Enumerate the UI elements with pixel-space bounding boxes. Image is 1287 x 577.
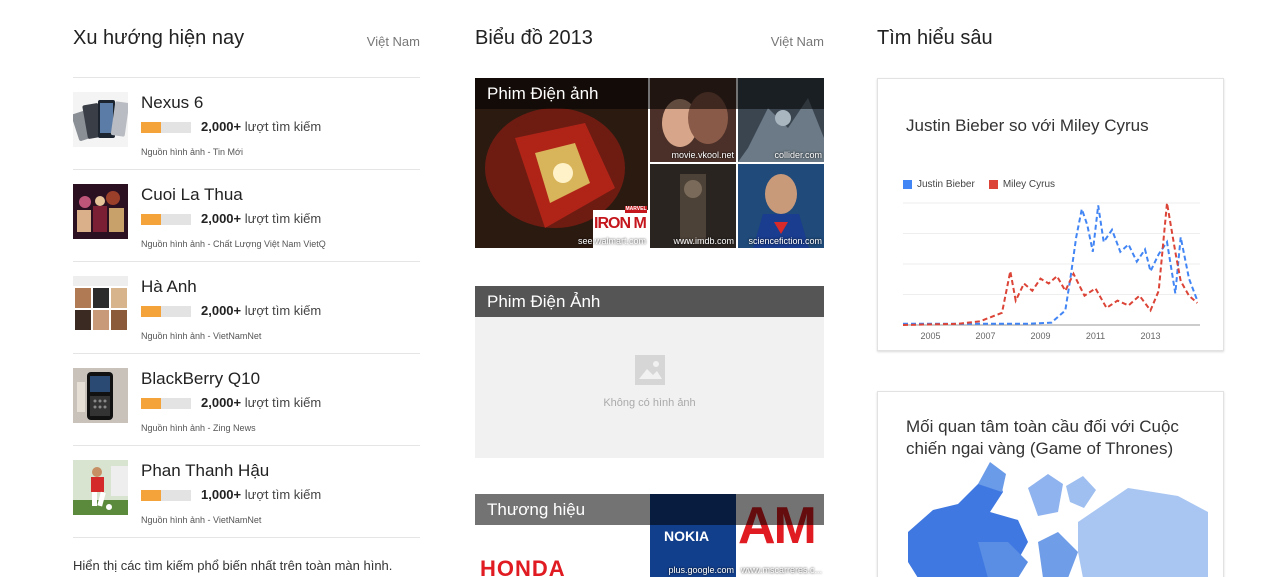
charts-header: Biểu đồ 2013 Việt Nam bbox=[475, 0, 824, 78]
image-placeholder-icon bbox=[635, 355, 665, 385]
trend-count: 2,000+ lượt tìm kiếm bbox=[201, 303, 322, 318]
trend-name[interactable]: BlackBerry Q10 bbox=[141, 369, 260, 389]
trend-name[interactable]: Phan Thanh Hậu bbox=[141, 461, 269, 481]
trend-thumbnail-footballer[interactable] bbox=[73, 460, 128, 515]
trend-thumbnail-blackberry[interactable] bbox=[73, 368, 128, 423]
chart-tile-movies[interactable]: Phim Điện ảnh MARVEL IRON M see.walmart.… bbox=[475, 78, 824, 248]
trend-image-source[interactable]: Nguồn hình ảnh - VietNamNet bbox=[141, 331, 261, 341]
series-line-justin-bieber[interactable] bbox=[903, 205, 1199, 325]
explore-column: Tìm hiểu sâu Justin Bieber so với Miley … bbox=[877, 0, 1224, 577]
tile-label[interactable]: Thương hiệu bbox=[475, 494, 824, 525]
trend-popularity-bar bbox=[141, 214, 191, 225]
image-source-caption[interactable]: plus.google.com bbox=[668, 565, 734, 575]
map-card[interactable]: Mối quan tâm toàn cầu đối với Cuộc chiến… bbox=[877, 391, 1224, 577]
trend-count: 2,000+ lượt tìm kiếm bbox=[201, 211, 322, 226]
world-interest-map[interactable] bbox=[878, 392, 1225, 577]
trend-count: 1,000+ lượt tìm kiếm bbox=[201, 487, 322, 502]
no-image-placeholder: Không có hình ảnh bbox=[475, 317, 824, 458]
trend-popularity-bar bbox=[141, 122, 191, 133]
marvel-logo: MARVEL bbox=[625, 206, 647, 212]
trend-image-source[interactable]: Nguồn hình ảnh - Tin Mới bbox=[141, 147, 243, 157]
chart-tile-brands[interactable]: HONDA NOKIA plus.google.com AM www.mscar… bbox=[475, 494, 824, 577]
trend-thumbnail-collage[interactable] bbox=[73, 276, 128, 331]
chart-tile-movies-2[interactable]: Phim Điện Ảnh Không có hình ảnh bbox=[475, 286, 824, 458]
tile-thumb[interactable]: www.imdb.com bbox=[650, 164, 736, 248]
trend-item[interactable]: Phan Thanh Hậu 1,000+ lượt tìm kiếm Nguồ… bbox=[73, 446, 420, 538]
trend-count: 2,000+ lượt tìm kiếm bbox=[201, 119, 322, 134]
x-tick-label: 2007 bbox=[975, 331, 995, 341]
honda-logo: HONDA bbox=[480, 556, 566, 577]
image-source-caption[interactable]: collider.com bbox=[774, 150, 822, 160]
trend-line-chart[interactable]: 2005 2007 2009 2011 2013 bbox=[878, 79, 1225, 352]
x-tick-label: 2013 bbox=[1140, 331, 1160, 341]
poster-title: IRON M bbox=[594, 215, 647, 232]
trend-item[interactable]: Nexus 6 2,000+ lượt tìm kiếm Nguồn hình … bbox=[73, 78, 420, 170]
image-source-caption[interactable]: www.imdb.com bbox=[673, 236, 734, 246]
explore-title: Tìm hiểu sâu bbox=[877, 27, 993, 49]
charts-title: Biểu đồ 2013 bbox=[475, 27, 593, 49]
trending-title: Xu hướng hiện nay bbox=[73, 27, 245, 49]
image-source-caption[interactable]: sciencefiction.com bbox=[748, 236, 822, 246]
tile-label[interactable]: Phim Điện ảnh bbox=[475, 78, 824, 109]
image-source-caption[interactable]: movie.vkool.net bbox=[671, 150, 734, 160]
charts-region-link[interactable]: Việt Nam bbox=[771, 34, 824, 49]
trending-footer-note: Hiển thị các tìm kiếm phổ biến nhất trên… bbox=[73, 558, 393, 573]
trend-image-source[interactable]: Nguồn hình ảnh - VietNamNet bbox=[141, 515, 261, 525]
trend-popularity-bar bbox=[141, 490, 191, 501]
comparison-card[interactable]: Justin Bieber so với Miley Cyrus Justin … bbox=[877, 78, 1224, 351]
trend-name[interactable]: Hà Anh bbox=[141, 277, 197, 297]
trend-popularity-bar bbox=[141, 398, 191, 409]
trend-item[interactable]: Hà Anh 2,000+ lượt tìm kiếm Nguồn hình ả… bbox=[73, 262, 420, 354]
trend-item[interactable]: BlackBerry Q10 2,000+ lượt tìm kiếm Nguồ… bbox=[73, 354, 420, 446]
trend-popularity-bar bbox=[141, 306, 191, 317]
tile-thumb[interactable]: sciencefiction.com bbox=[738, 164, 824, 248]
trend-item[interactable]: Cuoi La Thua 2,000+ lượt tìm kiếm Nguồn … bbox=[73, 170, 420, 262]
no-image-text: Không có hình ảnh bbox=[603, 397, 696, 409]
nokia-logo: NOKIA bbox=[664, 528, 710, 544]
image-source-caption[interactable]: see.walmart.com bbox=[578, 236, 646, 246]
x-tick-label: 2011 bbox=[1086, 331, 1105, 341]
charts-column: Biểu đồ 2013 Việt Nam Phim Điện ảnh MARV… bbox=[475, 0, 824, 577]
image-source-caption[interactable]: www.mscarreres.c... bbox=[741, 565, 822, 575]
explore-header: Tìm hiểu sâu bbox=[877, 0, 1224, 78]
x-tick-label: 2009 bbox=[1030, 331, 1050, 341]
trending-column: Xu hướng hiện nay Việt Nam Nexus 6 2,000… bbox=[73, 0, 420, 573]
tile-label[interactable]: Phim Điện Ảnh bbox=[475, 286, 824, 317]
x-tick-label: 2005 bbox=[920, 331, 940, 341]
trending-region-link[interactable]: Việt Nam bbox=[367, 34, 420, 49]
trending-header: Xu hướng hiện nay Việt Nam bbox=[73, 0, 420, 78]
trend-name[interactable]: Nexus 6 bbox=[141, 93, 203, 113]
trend-thumbnail-show[interactable] bbox=[73, 184, 128, 239]
trend-thumbnail-phones[interactable] bbox=[73, 92, 128, 147]
trend-count: 2,000+ lượt tìm kiếm bbox=[201, 395, 322, 410]
trend-name[interactable]: Cuoi La Thua bbox=[141, 185, 243, 205]
trend-image-source[interactable]: Nguồn hình ảnh - Chất Lượng Việt Nam Vie… bbox=[141, 239, 326, 249]
trend-image-source[interactable]: Nguồn hình ảnh - Zing News bbox=[141, 423, 256, 433]
